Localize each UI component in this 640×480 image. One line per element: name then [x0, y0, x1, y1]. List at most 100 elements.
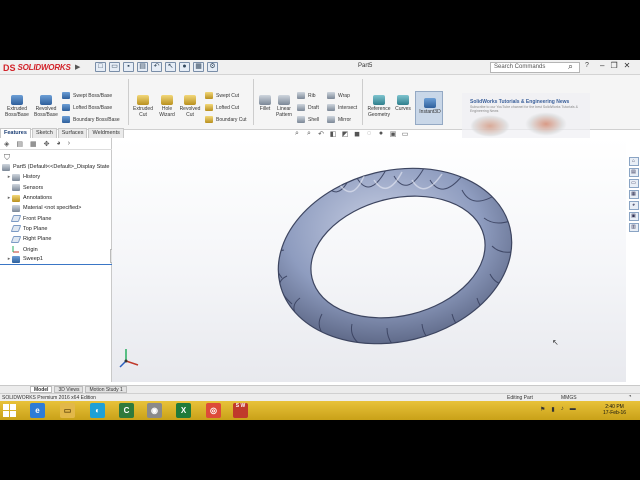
options-icon[interactable]: ⚙ — [207, 62, 218, 72]
help-status-icon[interactable]: ◔ — [628, 394, 632, 400]
twisted-ring-model[interactable] — [112, 138, 626, 382]
chrome-icon[interactable]: ◎ — [206, 403, 221, 418]
rebuild-icon[interactable]: ● — [179, 62, 190, 72]
solidworks-taskbar-icon[interactable]: S W — [233, 403, 248, 418]
mirror-button[interactable]: Mirror — [327, 116, 351, 123]
tree-root-part[interactable]: Part5 (Default<<Default>_Display State — [0, 162, 112, 172]
curves-button[interactable]: Curves — [394, 95, 412, 112]
extruded-boss-button[interactable]: Extruded Boss/Base — [4, 95, 30, 118]
instant3d-button[interactable]: Instant3D — [415, 91, 443, 125]
lofted-cut-button[interactable]: Lofted Cut — [205, 104, 239, 111]
select-icon[interactable]: ↖ — [165, 62, 176, 72]
new-icon[interactable]: □ — [95, 62, 106, 72]
tree-item-annotations[interactable]: ▸ Annotations — [0, 193, 112, 203]
tab-motion-study[interactable]: Motion Study 1 — [85, 386, 127, 393]
resources-icon[interactable]: ⌂ — [628, 157, 639, 166]
tree-item-history[interactable]: ▸ History — [0, 172, 112, 182]
zoom-area-icon[interactable]: ⌕ — [305, 130, 313, 138]
tree-item-right-plane[interactable]: Right Plane — [0, 234, 112, 244]
swept-cut-button[interactable]: Swept Cut — [205, 92, 239, 99]
cmd-label: Wrap — [338, 92, 350, 99]
tree-item-front-plane[interactable]: Front Plane — [0, 213, 112, 223]
swept-boss-button[interactable]: Swept Boss/Base — [62, 92, 112, 99]
zoom-to-fit-icon[interactable]: ⌕ — [293, 130, 301, 138]
edge-icon[interactable]: ◐ — [90, 403, 105, 418]
wrap-button[interactable]: Wrap — [327, 92, 350, 99]
linear-pattern-button[interactable]: Linear Pattern — [274, 95, 294, 118]
solidworks-logo[interactable]: DS SOLIDWORKS — [3, 61, 83, 74]
solidworks-forum-icon[interactable]: ▥ — [628, 223, 639, 232]
tab-weldments[interactable]: Weldments — [88, 128, 124, 138]
save-icon[interactable]: ▪ — [123, 62, 134, 72]
tab-model[interactable]: Model — [30, 386, 53, 393]
close-icon[interactable]: ✕ — [624, 61, 631, 70]
tree-item-sensors[interactable]: Sensors — [0, 183, 112, 193]
dimxpert-icon[interactable]: ✥ — [44, 140, 50, 148]
search-commands-input[interactable]: Search Commands — [490, 62, 580, 73]
tree-item-sweep1[interactable]: ▸ Sweep1 — [0, 255, 112, 265]
task-pane: ⌂ ▤ ▭ ▦ ◕ ▣ ▥ — [627, 157, 640, 249]
configuration-manager-icon[interactable]: ▦ — [30, 140, 37, 148]
extruded-cut-button[interactable]: Extruded Cut — [131, 95, 155, 118]
revolved-cut-button[interactable]: Revolved Cut — [178, 95, 202, 118]
appearance-icon[interactable]: ● — [377, 130, 385, 138]
tab-features[interactable]: Features — [0, 128, 31, 138]
hide-show-icon[interactable]: ◌ — [365, 130, 373, 138]
rib-button[interactable]: Rib — [297, 92, 316, 99]
windows-start-icon[interactable] — [3, 404, 17, 417]
tree-item-material[interactable]: Material <not specified> — [0, 203, 112, 213]
menu-expand-icon[interactable]: ▶ — [75, 63, 80, 71]
feature-tree-icon[interactable]: ◈ — [4, 140, 9, 148]
internet-explorer-icon[interactable]: e — [30, 403, 45, 418]
draft-button[interactable]: Draft — [297, 104, 319, 111]
network-icon[interactable]: ▮ — [551, 406, 554, 413]
revolved-boss-button[interactable]: Revolved Boss/Base — [32, 95, 60, 118]
view-orientation-icon[interactable]: ◩ — [341, 130, 349, 138]
help-icon[interactable]: ? — [585, 62, 589, 69]
previous-view-icon[interactable]: ↶ — [317, 130, 325, 138]
camtasia-icon[interactable]: C — [119, 403, 134, 418]
design-library-icon[interactable]: ▤ — [628, 168, 639, 177]
cmd-label: Cut — [186, 112, 194, 118]
graphics-area[interactable] — [112, 138, 626, 382]
print-icon[interactable]: ▤ — [137, 62, 148, 72]
view-palette-icon[interactable]: ▦ — [628, 190, 639, 199]
more-tabs-icon[interactable]: › — [68, 140, 70, 147]
shell-button[interactable]: Shell — [297, 116, 319, 123]
scene-icon[interactable]: ▣ — [389, 130, 397, 138]
property-manager-icon[interactable]: ▤ — [16, 140, 23, 148]
file-properties-icon[interactable]: ▦ — [193, 62, 204, 72]
tree-item-origin[interactable]: Origin — [0, 244, 112, 254]
excel-icon[interactable]: X — [176, 403, 191, 418]
file-explorer-icon[interactable]: ▭ — [60, 403, 75, 418]
battery-icon[interactable]: ▬ — [570, 406, 576, 413]
intersect-button[interactable]: Intersect — [327, 104, 357, 111]
section-view-icon[interactable]: ◧ — [329, 130, 337, 138]
tab-surfaces[interactable]: Surfaces — [57, 128, 88, 138]
system-clock[interactable]: 2:40 PM 17-Feb-16 — [603, 404, 626, 416]
restore-icon[interactable]: ❐ — [610, 61, 617, 70]
minimize-icon[interactable]: – — [600, 61, 604, 70]
view-settings-icon[interactable]: ▭ — [401, 130, 409, 138]
reference-geometry-button[interactable]: Reference Geometry — [366, 95, 392, 118]
fillet-button[interactable]: Fillet — [256, 95, 274, 112]
hole-wizard-button[interactable]: Hole Wizard — [156, 95, 178, 118]
boundary-boss-button[interactable]: Boundary Boss/Base — [62, 116, 120, 123]
boundary-cut-button[interactable]: Boundary Cut — [205, 116, 247, 123]
volume-icon[interactable]: ♪ — [561, 406, 564, 413]
app-icon[interactable]: ◉ — [147, 403, 162, 418]
appearances-icon[interactable]: ◕ — [628, 201, 639, 210]
file-explorer-icon[interactable]: ▭ — [628, 179, 639, 188]
search-icon[interactable]: ⌕ — [568, 61, 573, 72]
open-icon[interactable]: ▭ — [109, 62, 120, 72]
display-manager-icon[interactable]: ◕ — [57, 140, 61, 147]
undo-icon[interactable]: ↶ — [151, 62, 162, 72]
tree-item-top-plane[interactable]: Top Plane — [0, 224, 112, 234]
display-style-icon[interactable]: ◼ — [353, 130, 361, 138]
custom-properties-icon[interactable]: ▣ — [628, 212, 639, 221]
tab-sketch[interactable]: Sketch — [31, 128, 57, 138]
flag-icon[interactable]: ⚑ — [540, 406, 545, 413]
lofted-boss-button[interactable]: Lofted Boss/Base — [62, 104, 112, 111]
tab-3d-views[interactable]: 3D Views — [54, 386, 84, 393]
tree-label: History — [23, 174, 41, 181]
